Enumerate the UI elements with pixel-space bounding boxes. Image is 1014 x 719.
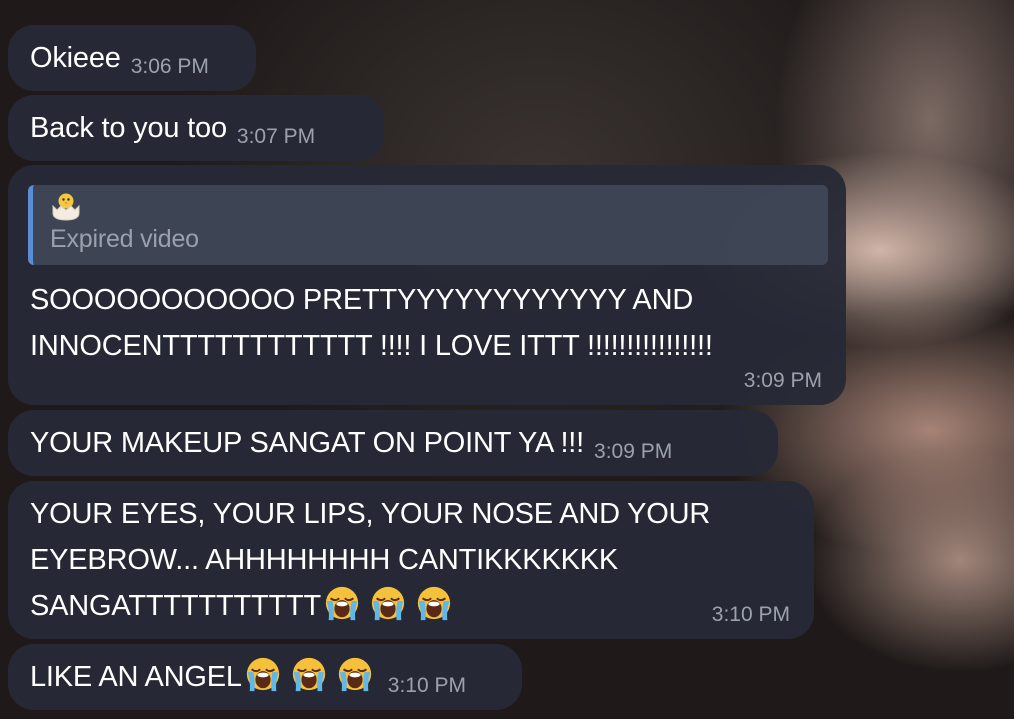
loudly-crying-face-icon — [244, 654, 282, 694]
message-bubble[interactable]: Expired video SOOOOOOOOOOO PRETTYYYYYYYY… — [8, 165, 846, 405]
reply-label: Expired video — [50, 225, 199, 253]
emoji-group — [321, 590, 453, 622]
message-text: Okieee — [30, 42, 121, 74]
message-bubble[interactable]: LIKE AN ANGEL 3:10 PM — [8, 644, 522, 710]
message-text: Back to you too — [30, 112, 227, 144]
loudly-crying-face-icon — [323, 583, 361, 623]
message-timestamp: 3:10 PM — [387, 674, 467, 697]
message-timestamp: 3:09 PM — [743, 369, 822, 392]
message-timestamp: 3:06 PM — [130, 55, 209, 78]
message-bubble[interactable]: YOUR EYES, YOUR LIPS, YOUR NOSE AND YOUR… — [8, 481, 814, 639]
loudly-crying-face-icon — [415, 583, 453, 623]
loudly-crying-face-icon — [336, 654, 374, 694]
message-bubble[interactable]: YOUR MAKEUP SANGAT ON POINT YA !!! 3:09 P… — [8, 410, 778, 476]
message-text: SOOOOOOOOOOO PRETTYYYYYYYYYYYY AND INNOC… — [30, 277, 713, 369]
message-text: YOUR MAKEUP SANGAT ON POINT YA !!! — [30, 427, 585, 459]
loudly-crying-face-icon — [369, 583, 407, 623]
message-text: LIKE AN ANGEL — [30, 661, 242, 693]
hatching-chick-icon — [52, 193, 80, 221]
message-timestamp: 3:07 PM — [236, 125, 316, 148]
message-line: YOUR EYES, YOUR LIPS, YOUR NOSE AND YOUR — [30, 498, 711, 530]
message-bubble[interactable]: Back to you too 3:07 PM — [8, 95, 384, 161]
reply-preview[interactable]: Expired video — [28, 185, 828, 265]
message-line-with-emoji: SANGATTTTTTTTTTT — [30, 583, 710, 629]
message-line: INNOCENTTTTTTTTTTTT !!!! I LOVE ITTT !!!… — [30, 330, 713, 362]
message-line: SOOOOOOOOOOO PRETTYYYYYYYYYYYY AND — [30, 284, 694, 316]
emoji-group — [242, 661, 374, 693]
message-timestamp: 3:10 PM — [711, 603, 790, 626]
message-text: YOUR EYES, YOUR LIPS, YOUR NOSE AND YOUR… — [30, 491, 710, 629]
message-bubble[interactable]: Okieee 3:06 PM — [8, 25, 256, 91]
message-line: EYEBROW... AHHHHHHHH CANTIKKKKKKK — [30, 544, 619, 576]
message-line: SANGATTTTTTTTTTT — [30, 590, 322, 622]
message-timestamp: 3:09 PM — [594, 440, 673, 463]
loudly-crying-face-icon — [290, 654, 328, 694]
